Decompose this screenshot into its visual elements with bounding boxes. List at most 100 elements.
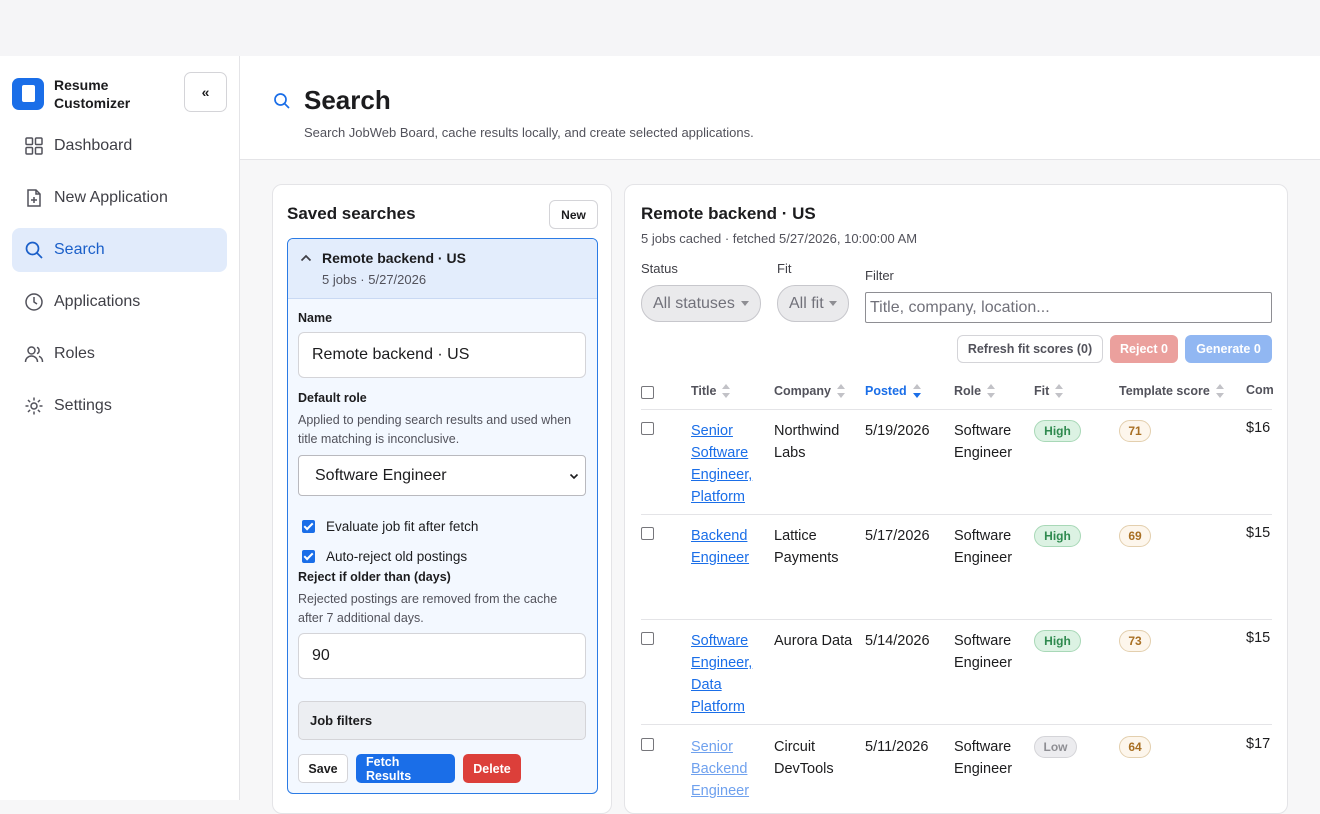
sidebar-item-label: Search (54, 241, 105, 258)
sidebar-item-dashboard[interactable]: Dashboard (12, 124, 227, 168)
status-filter-label: Status (641, 261, 678, 276)
posted-cell: 5/14/2026 (865, 633, 930, 649)
name-input[interactable]: Remote backend · US (298, 332, 586, 378)
delete-button[interactable]: Delete (463, 754, 521, 783)
status-filter-select[interactable]: All statuses (641, 285, 761, 322)
table-header: Title Company Posted Role Fit Template s… (641, 373, 1274, 410)
auto-reject-label: Auto-reject old postings (326, 549, 468, 564)
fetch-results-button[interactable]: Fetch Results (356, 754, 455, 783)
saved-search-actions: Save Fetch Results Delete (298, 754, 529, 783)
sidebar-item-settings[interactable]: Settings (12, 384, 227, 428)
column-label: Fit (1034, 384, 1050, 398)
job-title-link[interactable]: Senior Software Engineer, Platform (691, 420, 761, 508)
column-fit[interactable]: Fit (1034, 383, 1064, 399)
results-meta: 5 jobs cached · fetched 5/27/2026, 10:00… (641, 231, 918, 246)
chevron-down-icon (569, 473, 579, 480)
column-label: Com (1246, 383, 1274, 397)
caret-down-icon (829, 301, 837, 306)
sidebar-item-label: Applications (54, 293, 141, 310)
select-all-checkbox[interactable] (641, 386, 654, 399)
sidebar-item-new-application[interactable]: New Application (12, 176, 227, 220)
sidebar-item-applications[interactable]: Applications (12, 280, 227, 324)
brand-name: Resume Customizer (54, 76, 154, 112)
evaluate-fit-checkbox[interactable] (302, 520, 315, 533)
refresh-fit-scores-button[interactable]: Refresh fit scores (0) (957, 335, 1103, 363)
sidebar-item-label: Settings (54, 397, 112, 414)
page-subtitle: Search JobWeb Board, cache results local… (304, 125, 754, 140)
sidebar-item-search[interactable]: Search (12, 228, 227, 272)
table-row[interactable]: Senior Backend Engineer Circuit DevTools… (641, 726, 1272, 813)
grid-icon (25, 137, 43, 155)
auto-reject-option[interactable]: Auto-reject old postings (302, 549, 467, 564)
evaluate-fit-option[interactable]: Evaluate job fit after fetch (302, 519, 478, 534)
collapse-sidebar-button[interactable]: « (184, 72, 227, 112)
company-cell: Circuit DevTools (774, 739, 834, 777)
sidebar-item-roles[interactable]: Roles (12, 332, 227, 376)
row-checkbox[interactable] (641, 738, 654, 751)
caret-down-icon (741, 301, 749, 306)
column-template-score[interactable]: Template score (1119, 383, 1224, 399)
sidebar-item-label: Dashboard (54, 137, 133, 154)
compensation-cell: $16 (1246, 420, 1271, 436)
saved-search-card-header[interactable]: Remote backend · US 5 jobs · 5/27/2026 (288, 239, 597, 299)
auto-reject-checkbox[interactable] (302, 550, 315, 563)
new-search-button[interactable]: New (549, 200, 598, 229)
row-checkbox[interactable] (641, 527, 654, 540)
table-row[interactable]: Senior Software Engineer, Platform North… (641, 410, 1272, 515)
job-title-link[interactable]: Backend Engineer (691, 525, 761, 569)
table-row[interactable]: Backend Engineer Lattice Payments 5/17/2… (641, 515, 1272, 620)
sidebar-item-label: New Application (54, 189, 168, 206)
fit-filter-select[interactable]: All fit (777, 285, 849, 322)
role-cell: Software Engineer (954, 633, 1013, 671)
fit-badge: High (1034, 630, 1081, 652)
fit-badge: Low (1034, 736, 1077, 758)
reject-days-help: Rejected postings are removed from the c… (298, 592, 558, 625)
save-button[interactable]: Save (298, 754, 348, 783)
reject-days-label: Reject if older than (days) (298, 570, 451, 584)
column-title[interactable]: Title (691, 383, 731, 399)
window-top-bar (0, 0, 1320, 56)
results-panel: Remote backend · US 5 jobs cached · fetc… (624, 184, 1288, 814)
column-role[interactable]: Role (954, 383, 996, 399)
sort-icon (987, 383, 996, 399)
column-label: Posted (865, 384, 907, 398)
template-score-badge: 73 (1119, 630, 1151, 652)
document-logo-icon (12, 78, 44, 110)
search-icon (274, 93, 290, 109)
default-role-select[interactable]: Software Engineer (298, 455, 586, 496)
sort-icon (722, 383, 731, 399)
column-posted[interactable]: Posted (865, 383, 921, 399)
template-score-badge: 64 (1119, 736, 1151, 758)
saved-search-card: Remote backend · US 5 jobs · 5/27/2026 N… (287, 238, 598, 794)
file-plus-icon (27, 189, 41, 207)
brand-name-line2: Customizer (54, 95, 131, 111)
generate-selected-button[interactable]: Generate 0 (1185, 335, 1272, 363)
template-score-badge: 69 (1119, 525, 1151, 547)
sort-icon (1215, 383, 1224, 399)
table-row[interactable]: Software Engineer, Data Platform Aurora … (641, 620, 1272, 725)
sort-icon (1055, 383, 1064, 399)
text-filter-input[interactable]: Title, company, location... (865, 292, 1272, 323)
column-compensation[interactable]: Com (1246, 383, 1274, 397)
fit-filter-value: All fit (789, 294, 824, 312)
compensation-cell: $15 (1246, 630, 1271, 646)
row-checkbox[interactable] (641, 422, 654, 435)
job-title-link[interactable]: Software Engineer, Data Platform (691, 630, 761, 718)
chevron-up-icon[interactable] (300, 252, 312, 264)
results-title: Remote backend · US (641, 204, 816, 223)
saved-searches-title: Saved searches (287, 204, 416, 223)
fit-badge: High (1034, 525, 1081, 547)
job-title-link[interactable]: Senior Backend Engineer (691, 736, 761, 802)
default-role-value: Software Engineer (315, 466, 447, 484)
company-cell: Lattice Payments (774, 528, 839, 566)
job-filters-toggle[interactable]: Job filters (298, 701, 586, 740)
reject-days-input[interactable]: 90 (298, 633, 586, 679)
reject-selected-button[interactable]: Reject 0 (1110, 335, 1178, 363)
search-icon (25, 241, 43, 259)
saved-search-meta: 5 jobs · 5/27/2026 (322, 272, 427, 287)
row-checkbox[interactable] (641, 632, 654, 645)
column-company[interactable]: Company (774, 383, 845, 399)
company-cell: Aurora Data (774, 633, 853, 649)
users-icon (24, 346, 44, 363)
saved-search-name: Remote backend · US (322, 250, 466, 266)
